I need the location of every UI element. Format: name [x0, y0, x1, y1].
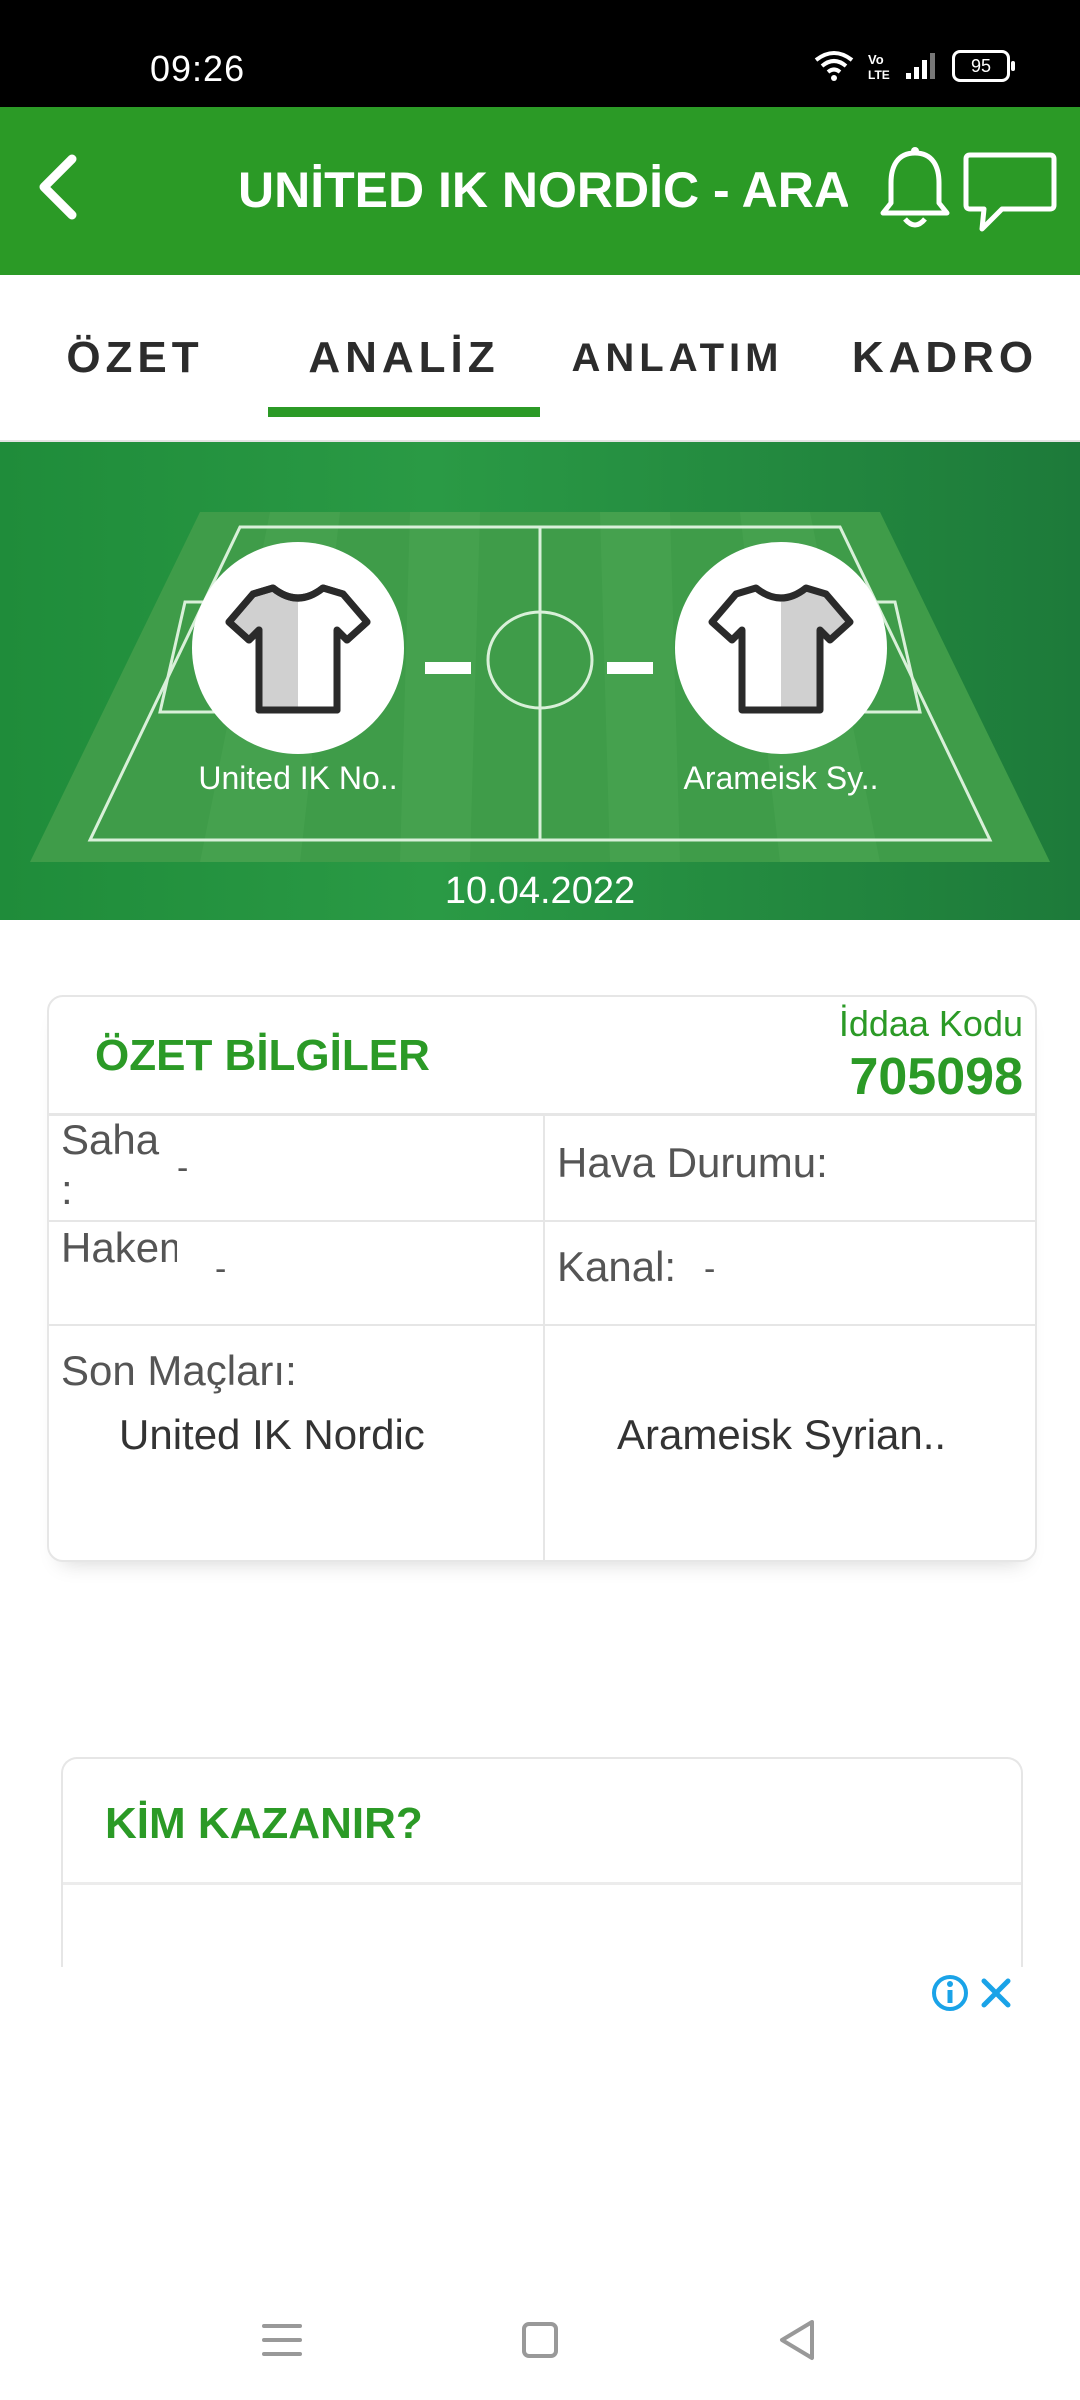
active-tab-indicator [268, 407, 540, 417]
ad-close-icon[interactable] [976, 1973, 1016, 2013]
score-dash-home [425, 662, 471, 674]
who-wins-title: KİM KAZANIR? [105, 1799, 423, 1848]
hava-durumu-label: Hava Durumu: [557, 1139, 828, 1186]
summary-card-header: ÖZET BİLGİLER İddaa Kodu 705098 [49, 997, 1035, 1116]
bell-icon[interactable] [875, 145, 955, 235]
status-bar: 09:26 Vo LTE 95 [0, 0, 1080, 107]
svg-text:LTE: LTE [868, 68, 890, 82]
son-maclari-label: Son Maçları: [61, 1347, 297, 1394]
shirt-icon [225, 584, 371, 714]
svg-text:Vo: Vo [868, 52, 884, 67]
match-date: 10.04.2022 [444, 870, 636, 912]
battery-icon: 95 [952, 50, 1015, 82]
home-recent-matches[interactable]: United IK Nordic [119, 1411, 425, 1459]
back-arrow-icon[interactable] [28, 147, 88, 227]
home-square-icon[interactable] [510, 2310, 570, 2370]
column-divider [543, 1113, 545, 1560]
away-team[interactable]: Arameisk Sy.. [666, 542, 896, 797]
menu-icon[interactable] [252, 2310, 312, 2370]
saha-label: Saha : [61, 1116, 160, 1213]
wifi-icon [814, 51, 854, 81]
kanal-label: Kanal: [557, 1243, 677, 1290]
status-icons: Vo LTE 95 [814, 50, 1015, 82]
match-title: UNİTED IK NORDİC - ARA... [238, 162, 848, 218]
ad-info-icon[interactable] [930, 1973, 970, 2013]
hakem-label: Hakem: [61, 1224, 177, 1271]
who-wins-card: KİM KAZANIR? [61, 1757, 1023, 1972]
row-divider [49, 1324, 1035, 1326]
iddaa-label: İddaa Kodu [838, 1003, 1023, 1044]
tab-kadro[interactable]: KADRO [840, 275, 1050, 440]
home-team-logo [192, 542, 404, 754]
chat-icon[interactable] [962, 147, 1058, 239]
iddaa-code: 705098 [849, 1048, 1023, 1106]
row-divider [49, 1220, 1035, 1222]
away-team-name: Arameisk Sy.. [683, 760, 879, 796]
away-recent-matches[interactable]: Arameisk Syrian.. [617, 1411, 946, 1459]
tab-anlatim[interactable]: ANLATIM [572, 275, 779, 440]
app-bar: UNİTED IK NORDİC - ARA... [0, 107, 1080, 275]
kanal-value: - [704, 1250, 716, 1288]
summary-title: ÖZET BİLGİLER [95, 1031, 430, 1080]
score-dash-away [607, 662, 653, 674]
pitch-graphic [30, 512, 1050, 862]
summary-card: ÖZET BİLGİLER İddaa Kodu 705098 Saha : -… [47, 995, 1037, 1562]
signal-icon [906, 53, 935, 79]
hakem-value: - [215, 1250, 227, 1288]
tab-ozet[interactable]: ÖZET [40, 275, 230, 440]
status-time: 09:26 [150, 48, 246, 89]
shirt-icon [708, 584, 854, 714]
volte-icon: Vo LTE [868, 52, 890, 82]
home-team-name: United IK No.. [198, 760, 398, 796]
system-nav-bar [0, 2260, 1080, 2400]
away-team-logo [675, 542, 887, 754]
who-wins-divider [63, 1882, 1021, 1885]
ad-banner[interactable] [0, 1967, 1080, 2227]
home-team[interactable]: United IK No.. [183, 542, 413, 797]
saha-value: - [177, 1149, 189, 1187]
match-hero: United IK No.. Arameisk Sy.. 10.04.2022 [0, 442, 1080, 920]
back-triangle-icon[interactable] [768, 2310, 828, 2370]
tab-bar: ÖZET ANALİZ ANLATIM KADRO [0, 275, 1080, 442]
